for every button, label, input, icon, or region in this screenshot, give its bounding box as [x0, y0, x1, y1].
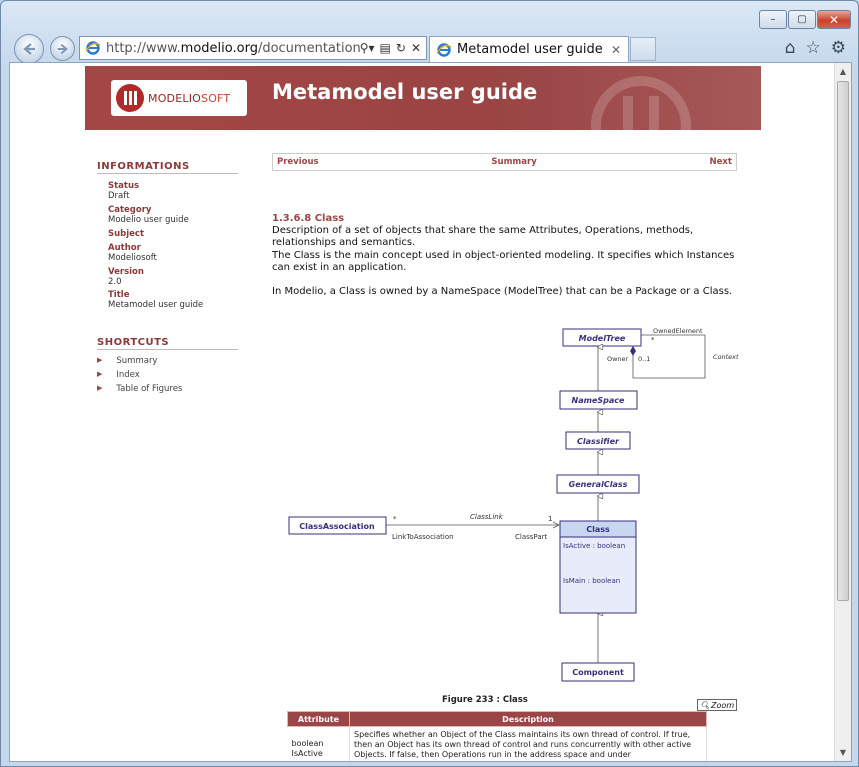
new-tab-button[interactable] [630, 37, 656, 61]
category-value: Modelio user guide [108, 215, 189, 225]
description-paragraph: Description of a set of objects that sha… [272, 225, 694, 248]
component-label: Component [572, 668, 624, 677]
url-text[interactable]: http://www.modelio.org/documentation/m [106, 41, 360, 56]
scroll-up-icon[interactable]: ▲ [835, 63, 851, 80]
multiplicity-star-1: * [651, 336, 655, 344]
summary-link[interactable]: Summary [491, 157, 536, 167]
refresh-icon[interactable]: ↻ [396, 41, 406, 55]
owned-element-label: OwnedElement [653, 327, 703, 335]
toolbar-right: ⌂ ☆ ⚙ [785, 38, 846, 58]
class-part-label: ClassPart [515, 533, 547, 541]
figure-caption: Figure 233 : Class [442, 695, 528, 705]
ismain-attribute: IsMain : boolean [563, 577, 620, 585]
close-window-button[interactable]: ✕ [817, 10, 851, 29]
table-row: boolean IsActive Specifies whether an Ob… [287, 726, 707, 761]
status-value: Draft [108, 191, 130, 201]
page-viewport: MODELIOSOFT Metamodel user guide INFORMA… [9, 62, 852, 762]
vertical-scrollbar[interactable]: ▲ ▼ [834, 63, 851, 761]
status-label: Status [108, 181, 140, 191]
page-navigation: Previous Summary Next [272, 153, 737, 171]
scroll-thumb[interactable] [837, 81, 849, 601]
forward-button[interactable] [50, 36, 75, 61]
classifier-label: Classifier [577, 437, 620, 446]
forward-arrow-icon [57, 43, 68, 54]
browser-window: – ▢ ✕ http://www.modelio.org/documentati… [0, 0, 859, 767]
version-value: 2.0 [108, 277, 122, 287]
window-controls: – ▢ ✕ [759, 10, 851, 29]
link-to-association-label: LinkToAssociation [392, 533, 454, 541]
attribute-column-header: Attribute [287, 711, 350, 727]
description-cell: Specifies whether an Object of the Class… [349, 726, 707, 761]
attributes-table: Attribute Description boolean IsActive S… [287, 711, 707, 761]
class-diagram: ModelTree OwnedElement * Owner 0..1 Cont… [288, 327, 739, 682]
attribute-cell: boolean IsActive [287, 726, 350, 761]
title-label: Title [108, 290, 130, 300]
stop-icon[interactable]: ✕ [411, 41, 421, 55]
composition-diamond-icon [630, 346, 636, 356]
previous-link[interactable]: Previous [277, 157, 319, 167]
bullet-triangle-icon: ▶ [97, 384, 103, 392]
magnifier-icon: 🔍︎ [699, 700, 711, 710]
multiplicity-star-2: * [393, 515, 397, 523]
author-label: Author [108, 243, 141, 253]
page-title: Metamodel user guide [272, 80, 538, 104]
ie-logo-icon [85, 41, 101, 55]
ie-logo-icon [436, 42, 452, 57]
banner-decoration [591, 76, 691, 130]
logo-mark-icon [116, 84, 144, 112]
context-label: Context [713, 353, 739, 361]
owner-label: Owner [607, 355, 629, 363]
bullet-triangle-icon: ▶ [97, 356, 103, 364]
address-tools: ⚲▾ ▤ ↻ ✕ [360, 41, 426, 55]
bullet-triangle-icon: ▶ [97, 370, 103, 378]
section-title: 1.3.6.8 Class [272, 213, 345, 224]
title-value: Metamodel user guide [108, 300, 204, 310]
shortcut-index[interactable]: ▶ Index [97, 370, 140, 380]
tab-metamodel-user-guide[interactable]: Metamodel user guide ✕ [429, 36, 629, 62]
version-label: Version [108, 267, 144, 277]
compatibility-icon[interactable]: ▤ [380, 41, 391, 55]
namespace-label: NameSpace [572, 396, 625, 405]
multiplicity-1: 1 [548, 515, 552, 523]
generalclass-label: GeneralClass [569, 480, 628, 489]
minimize-button[interactable]: – [759, 10, 787, 29]
description-column-header: Description [349, 711, 707, 727]
subject-label: Subject [108, 229, 145, 239]
class-label: Class [586, 525, 610, 534]
shortcut-summary[interactable]: ▶ Summary [97, 356, 157, 366]
classlink-label: ClassLink [470, 513, 504, 521]
shortcut-table-of-figures[interactable]: ▶ Table of Figures [97, 384, 182, 394]
tab-title: Metamodel user guide [457, 42, 603, 57]
favorites-star-icon[interactable]: ☆ [806, 38, 821, 58]
informations-heading: INFORMATIONS [97, 161, 238, 174]
category-label: Category [108, 205, 152, 215]
classassociation-label: ClassAssociation [299, 522, 375, 531]
page: MODELIOSOFT Metamodel user guide INFORMA… [85, 63, 761, 761]
search-icon[interactable]: ⚲▾ [360, 41, 375, 55]
scroll-down-icon[interactable]: ▼ [835, 744, 851, 761]
isactive-attribute: IsActive : boolean [563, 542, 625, 550]
zoom-button[interactable]: 🔍︎ Zoom [697, 699, 737, 711]
gear-icon[interactable]: ⚙ [831, 38, 846, 58]
next-link[interactable]: Next [710, 157, 732, 167]
header-banner: MODELIOSOFT Metamodel user guide [85, 66, 761, 130]
shortcuts-heading: SHORTCUTS [97, 337, 238, 350]
modeltree-label: ModelTree [579, 334, 626, 343]
address-bar[interactable]: http://www.modelio.org/documentation/m ⚲… [79, 36, 427, 60]
home-icon[interactable]: ⌂ [785, 38, 796, 58]
author-value: Modeliosoft [108, 253, 157, 263]
multiplicity-0-1: 0..1 [638, 355, 650, 363]
back-button[interactable] [14, 34, 44, 64]
ownership-paragraph: In Modelio, a Class is owned by a NameSp… [272, 286, 733, 297]
maximize-button[interactable]: ▢ [788, 10, 816, 29]
close-tab-icon[interactable]: ✕ [611, 43, 628, 57]
modeliosoft-logo[interactable]: MODELIOSOFT [111, 80, 247, 116]
back-arrow-icon [23, 43, 35, 55]
main-concept-paragraph: The Class is the main concept used in ob… [272, 250, 735, 273]
